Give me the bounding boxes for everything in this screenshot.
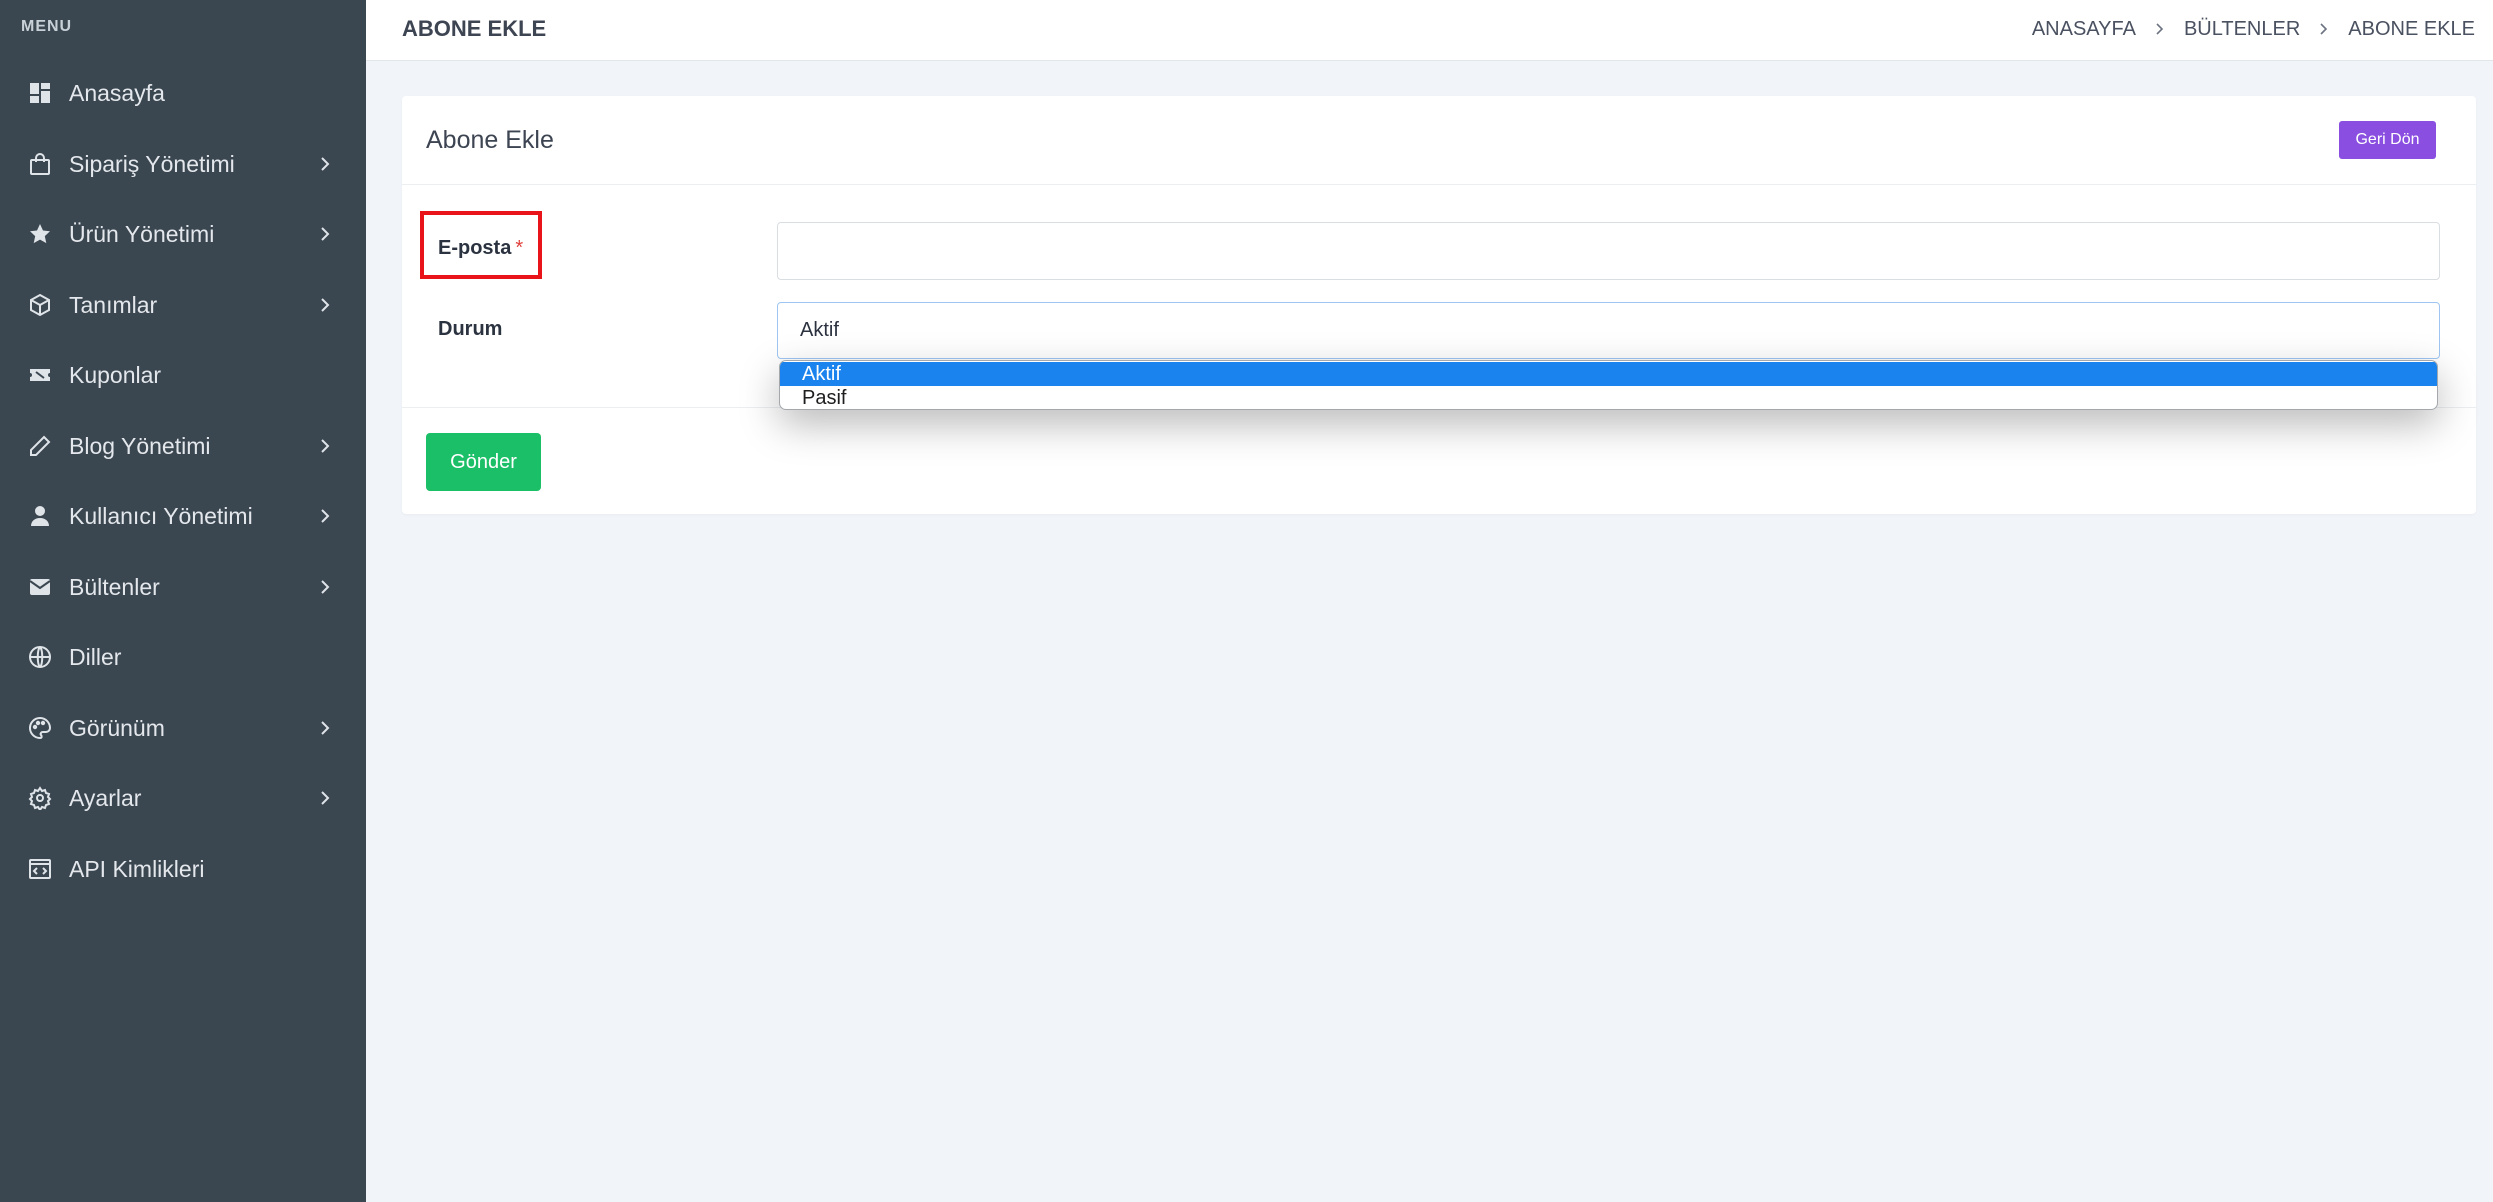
option-pasif[interactable]: Pasif xyxy=(780,386,2437,409)
sidebar-item-label: Tanımlar xyxy=(69,291,158,318)
box-icon xyxy=(27,292,53,318)
dashboard-icon xyxy=(27,80,53,106)
sidebar-item-tanimlar[interactable]: Tanımlar xyxy=(0,275,366,335)
status-dropdown: Aktif Pasif xyxy=(779,360,2438,410)
sidebar-item-gorunum[interactable]: Görünüm xyxy=(0,698,366,758)
palette-icon xyxy=(27,715,53,741)
sidebar-item-label: Ürün Yönetimi xyxy=(69,220,215,247)
status-select[interactable]: Aktif xyxy=(777,302,2440,359)
user-icon xyxy=(27,503,53,529)
sidebar: MENU Anasayfa Sipariş Yönetimi Ürün Yöne… xyxy=(0,0,366,1202)
sidebar-item-bultenler[interactable]: Bültenler xyxy=(0,557,366,617)
ticket-icon xyxy=(27,362,53,388)
sidebar-item-label: Ayarlar xyxy=(69,784,142,811)
breadcrumb-item-bultenler[interactable]: BÜLTENLER xyxy=(2184,18,2300,41)
chevron-right-icon xyxy=(2154,18,2166,41)
page-title: ABONE EKLE xyxy=(402,16,547,41)
email-label: E-posta * xyxy=(438,237,523,260)
chevron-right-icon xyxy=(318,439,332,453)
topbar: ABONE EKLE ANASAYFA BÜLTENLER ABONE EKLE xyxy=(366,0,2493,61)
menu-title: MENU xyxy=(21,18,73,35)
globe-icon xyxy=(27,644,53,670)
chevron-right-icon xyxy=(318,298,332,312)
pencil-icon xyxy=(27,433,53,459)
chevron-right-icon xyxy=(318,580,332,594)
required-mark: * xyxy=(515,237,524,259)
star-icon xyxy=(27,221,53,247)
sidebar-item-label: Blog Yönetimi xyxy=(69,432,211,459)
card-header: Abone Ekle Geri Dön xyxy=(402,96,2476,185)
card-title: Abone Ekle xyxy=(426,126,554,154)
chevron-right-icon xyxy=(318,791,332,805)
shopping-bag-icon xyxy=(27,151,53,177)
breadcrumb-item-current: ABONE EKLE xyxy=(2348,18,2475,40)
sidebar-item-urun-yonetimi[interactable]: Ürün Yönetimi xyxy=(0,204,366,264)
breadcrumb-item-anasayfa[interactable]: ANASAYFA xyxy=(2032,18,2136,41)
chevron-right-icon xyxy=(318,227,332,241)
sidebar-item-siparis-yonetimi[interactable]: Sipariş Yönetimi xyxy=(0,134,366,194)
option-aktif[interactable]: Aktif xyxy=(780,362,2437,386)
sidebar-item-label: Görünüm xyxy=(69,714,165,741)
chevron-right-icon xyxy=(318,509,332,523)
sidebar-item-label: Diller xyxy=(69,643,122,670)
sidebar-item-kuponlar[interactable]: Kuponlar xyxy=(0,345,366,405)
chevron-right-icon xyxy=(318,157,332,171)
gear-icon xyxy=(27,785,53,811)
sidebar-item-label: Sipariş Yönetimi xyxy=(69,150,235,177)
sidebar-item-blog-yonetimi[interactable]: Blog Yönetimi xyxy=(0,416,366,476)
sidebar-item-label: Anasayfa xyxy=(69,79,165,106)
email-field[interactable] xyxy=(777,222,2440,280)
chevron-right-icon xyxy=(318,721,332,735)
sidebar-item-label: Kullanıcı Yönetimi xyxy=(69,502,253,529)
code-window-icon xyxy=(27,856,53,882)
breadcrumb: ANASAYFA BÜLTENLER ABONE EKLE xyxy=(2032,18,2475,41)
email-label-text: E-posta xyxy=(438,237,512,259)
envelope-icon xyxy=(27,574,53,600)
sidebar-item-ayarlar[interactable]: Ayarlar xyxy=(0,768,366,828)
submit-button[interactable]: Gönder xyxy=(426,433,541,491)
back-button[interactable]: Geri Dön xyxy=(2339,121,2436,159)
status-label: Durum xyxy=(438,318,503,340)
chevron-right-icon xyxy=(2318,18,2330,41)
sidebar-item-label: API Kimlikleri xyxy=(69,855,205,882)
status-select-value: Aktif xyxy=(800,319,839,341)
sidebar-item-kullanici-yonetimi[interactable]: Kullanıcı Yönetimi xyxy=(0,486,366,546)
sidebar-item-label: Kuponlar xyxy=(69,361,162,388)
sidebar-item-label: Bültenler xyxy=(69,573,160,600)
sidebar-item-api-kimlikleri[interactable]: API Kimlikleri xyxy=(0,839,366,899)
sidebar-item-diller[interactable]: Diller xyxy=(0,627,366,687)
sidebar-item-anasayfa[interactable]: Anasayfa xyxy=(0,63,366,123)
